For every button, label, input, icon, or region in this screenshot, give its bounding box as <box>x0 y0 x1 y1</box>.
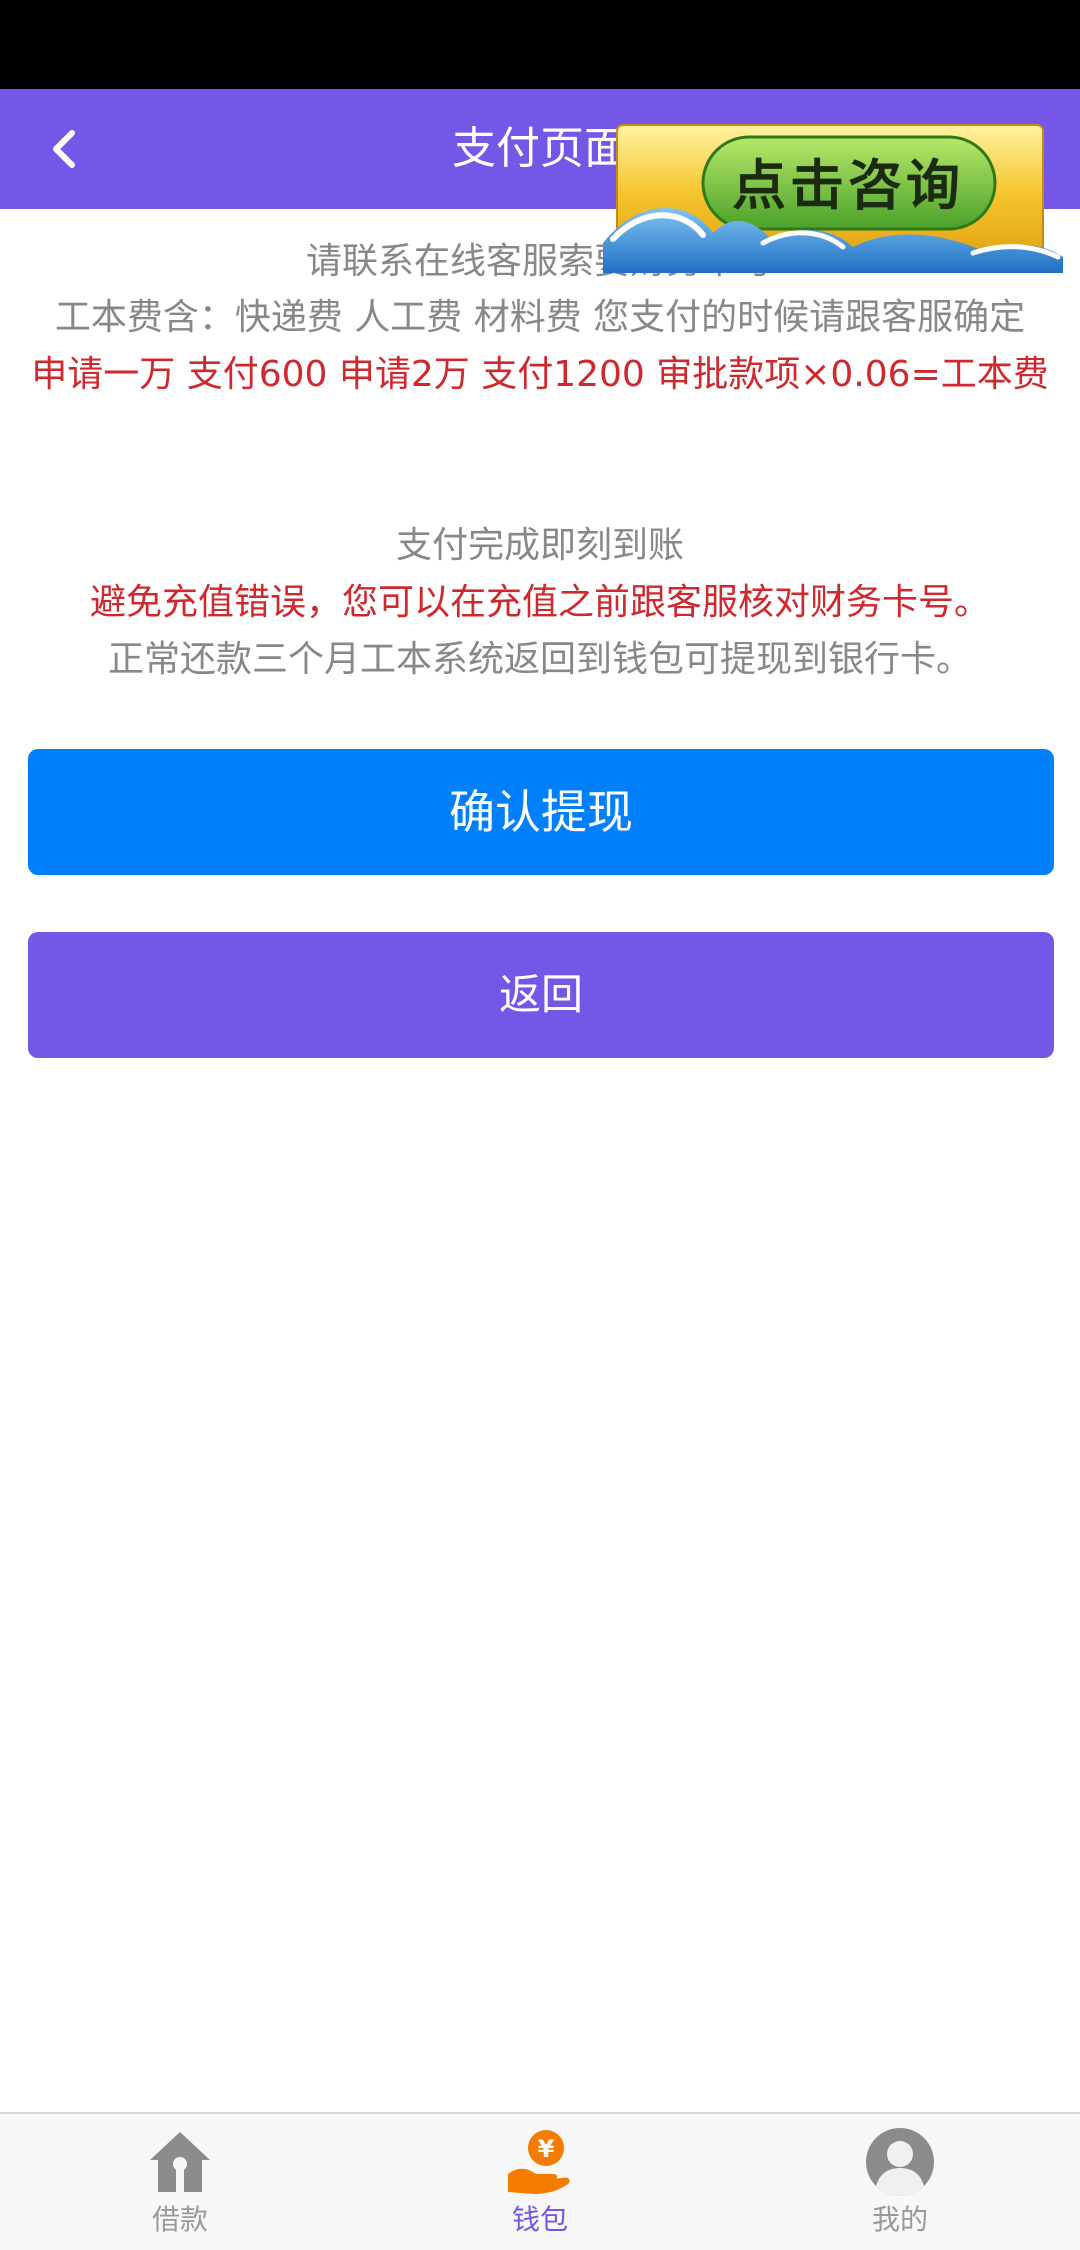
tab-wallet[interactable]: ¥ 钱包 <box>450 2126 630 2246</box>
status-bar <box>0 0 1080 89</box>
tab-wallet-label: 钱包 <box>511 2203 568 2236</box>
consult-banner-label: 点击咨询 <box>732 153 964 217</box>
back-button[interactable] <box>24 109 104 189</box>
tab-mine-label: 我的 <box>871 2203 928 2236</box>
wallet-icon: ¥ <box>508 2130 570 2194</box>
svg-text:¥: ¥ <box>538 2135 555 2163</box>
info-refund-note: 正常还款三个月工本系统返回到钱包可提现到银行卡。 <box>107 639 972 680</box>
info-fee-rule: 申请一万 支付600 申请2万 支付1200 审批款项×0.06=工本费 <box>31 354 1049 395</box>
user-icon <box>866 2128 934 2196</box>
info-instant-arrival: 支付完成即刻到账 <box>395 525 684 566</box>
confirm-withdraw-button[interactable]: 确认提现 <box>28 749 1054 875</box>
tab-loan[interactable]: 借款 <box>90 2126 270 2246</box>
info-fee-description: 工本费含：快递费 人工费 材料费 您支付的时候请跟客服确定 <box>54 297 1026 338</box>
tab-loan-label: 借款 <box>151 2203 208 2236</box>
chevron-left-icon <box>53 130 75 168</box>
bottom-tab-bar: 借款 ¥ 钱包 我的 <box>0 2112 1080 2250</box>
house-icon <box>150 2132 210 2192</box>
return-button[interactable]: 返回 <box>28 932 1054 1058</box>
tab-mine[interactable]: 我的 <box>810 2126 990 2246</box>
info-warning: 避免充值错误，您可以在充值之前跟客服核对财务卡号。 <box>89 582 990 623</box>
consult-banner[interactable]: 点击咨询 <box>603 123 1063 273</box>
